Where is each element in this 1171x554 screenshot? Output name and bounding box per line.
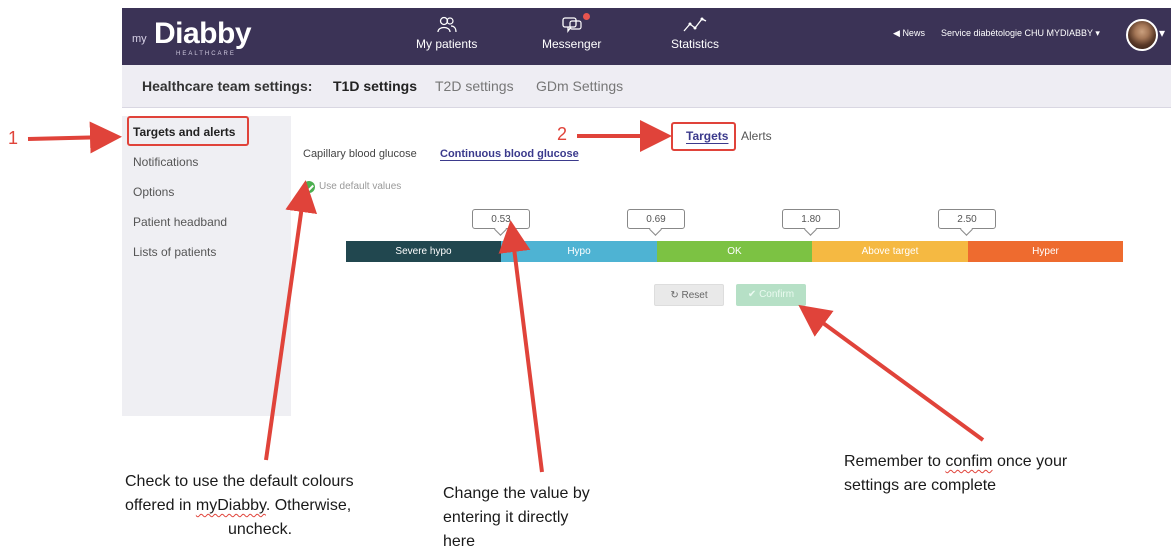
annotation-line: offered in myDiabby. Otherwise,: [125, 494, 354, 518]
annotation-line: here: [443, 533, 476, 550]
annotation-text: . Otherwise,: [265, 497, 352, 514]
annotation-line: Check to use the default colours: [125, 473, 354, 490]
annotation-text: myDiabby: [195, 497, 266, 514]
annotation-remember-confirm: Remember to confim once your settings ar…: [844, 450, 1067, 498]
annotation-line: uncheck.: [228, 521, 293, 538]
annotation-line: entering it directly: [443, 509, 569, 526]
arrow-to-sidebar: [27, 121, 122, 154]
annotation-line: Remember to confim once your: [844, 450, 1067, 474]
annotation-text: offered in: [125, 497, 196, 514]
annotation-default-colours: Check to use the default colours offered…: [125, 470, 354, 542]
annotation-text: Remember to: [844, 453, 946, 470]
arrow-to-confirm-button: [798, 304, 985, 442]
annotation-text: confim: [945, 453, 993, 470]
annotation-text: once your: [992, 453, 1068, 470]
arrow-to-threshold-input: [498, 220, 544, 473]
annotation-line: Change the value by: [443, 485, 590, 502]
annotation-change-value: Change the value by entering it directly…: [443, 482, 590, 554]
annotation-line: settings are complete: [844, 477, 997, 494]
arrow-to-default-checkbox: [264, 180, 318, 461]
